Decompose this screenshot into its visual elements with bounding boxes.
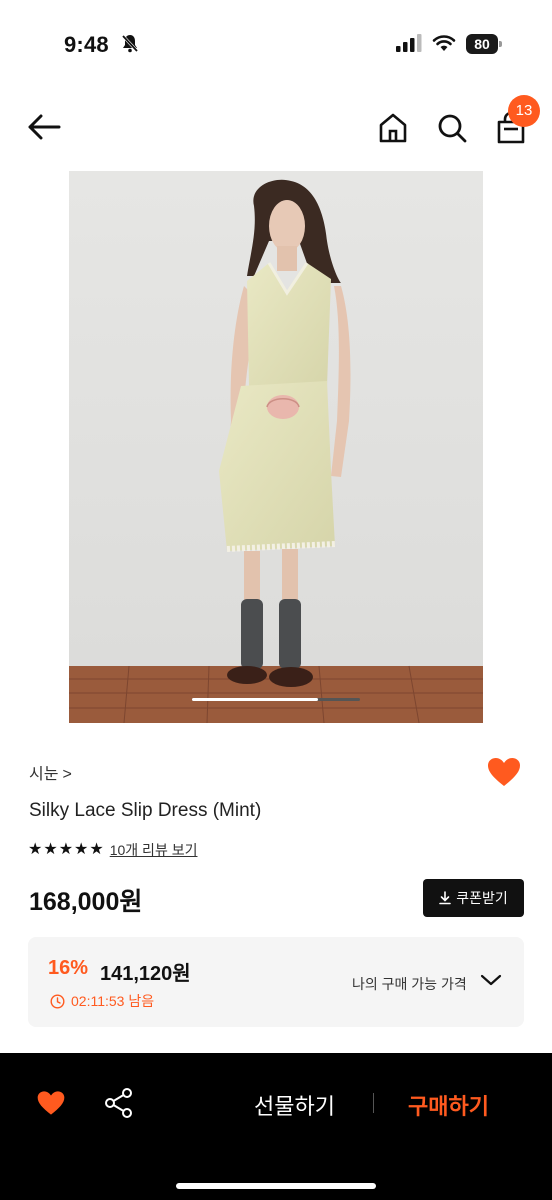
star-icon: ★ <box>74 841 89 858</box>
back-arrow-icon[interactable] <box>26 112 62 147</box>
bottom-action-bar: 선물하기 구매하기 <box>0 1053 552 1200</box>
review-link[interactable]: 10개 리뷰 보기 <box>110 840 198 860</box>
chevron-down-icon[interactable] <box>480 973 502 992</box>
brand-link[interactable]: 시눈 > <box>29 760 72 784</box>
battery-icon: 80 <box>466 34 502 54</box>
wifi-icon <box>432 34 456 57</box>
rating-row: ★ ★ ★ ★ ★ 10개 리뷰 보기 <box>28 840 197 860</box>
gift-button[interactable]: 선물하기 <box>254 1089 335 1121</box>
rating-stars: ★ ★ ★ ★ ★ <box>28 841 104 859</box>
my-price-panel[interactable]: 16% 141,120원 02:11:53 남음 나의 구매 가능 가격 <box>28 937 524 1027</box>
star-icon: ★ <box>58 841 74 858</box>
home-indicator <box>176 1183 376 1189</box>
divider <box>373 1093 374 1113</box>
status-bar: 9:48 80 <box>0 0 552 90</box>
image-carousel-progress-fill <box>192 698 318 701</box>
coupon-button[interactable]: 쿠폰받기 <box>423 879 524 917</box>
coupon-button-label: 쿠폰받기 <box>456 890 508 906</box>
product-price: 168,000원 <box>29 888 143 916</box>
star-icon: ★ <box>89 841 104 858</box>
signal-icon <box>396 34 422 57</box>
image-carousel-progress <box>192 698 360 701</box>
buy-button[interactable]: 구매하기 <box>408 1089 489 1121</box>
countdown-text: 02:11:53 남음 <box>71 993 155 1009</box>
product-name: Silky Lace Slip Dress (Mint) <box>29 800 262 821</box>
status-time: 9:48 <box>64 32 109 57</box>
search-icon[interactable] <box>436 112 468 149</box>
download-icon <box>439 891 452 905</box>
cart-count-badge: 13 <box>508 95 540 127</box>
discount-rate: 16% <box>48 957 89 979</box>
heart-icon[interactable] <box>36 1089 66 1122</box>
countdown-timer: 02:11:53 남음 <box>50 991 154 1011</box>
star-icon: ★ <box>43 841 58 858</box>
chevron-right-icon: > <box>62 766 72 783</box>
my-price-label: 나의 구매 가능 가격 <box>352 976 467 992</box>
product-image[interactable] <box>69 171 483 723</box>
battery-level: 80 <box>466 34 498 54</box>
share-icon[interactable] <box>104 1087 134 1124</box>
discounted-price: 141,120원 <box>100 963 191 985</box>
brand-name: 시눈 <box>29 766 59 783</box>
heart-icon[interactable] <box>486 756 522 793</box>
star-icon: ★ <box>28 841 43 858</box>
top-navigation: 13 <box>0 90 552 170</box>
home-icon[interactable] <box>378 112 408 149</box>
clock-icon <box>50 993 65 1009</box>
bell-slash-icon <box>120 33 140 58</box>
